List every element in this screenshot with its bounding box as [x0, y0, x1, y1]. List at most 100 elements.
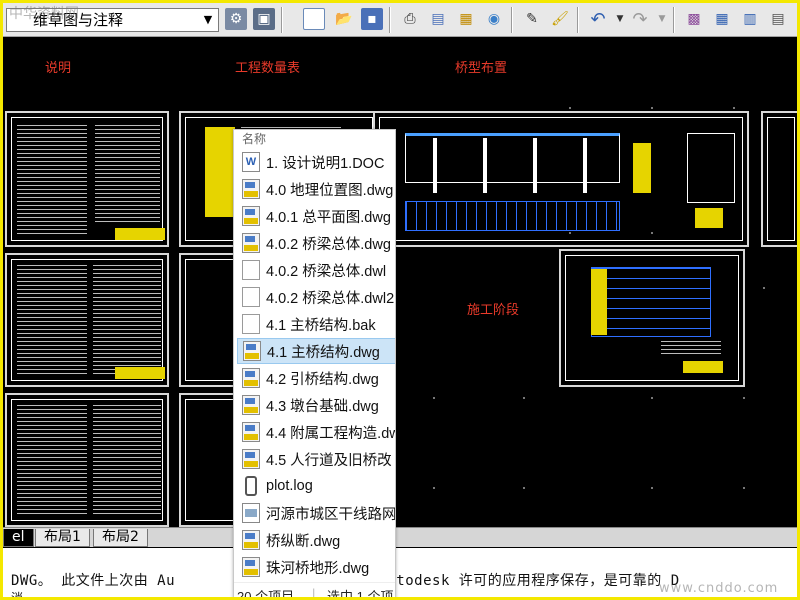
label-construction-stage: 施工阶段: [467, 303, 520, 318]
file-name: 4.0.1 总平面图.dwg: [266, 209, 391, 226]
new-icon[interactable]: [303, 8, 325, 30]
tab-layout1[interactable]: 布局1: [35, 529, 90, 547]
file-name: 4.0.2 桥梁总体.dwl: [266, 263, 387, 280]
layout-tabs: el 布局1 布局2: [3, 527, 797, 547]
command-text-b: 或 Autodesk 许可的应用程序保存，是可靠的 D: [355, 573, 680, 589]
workspace-lock-icon[interactable]: ▣: [253, 8, 275, 30]
file-row[interactable]: 4.3 墩台基础.dwg: [237, 392, 395, 418]
model-space[interactable]: 说明 工程数量表 桥型布置 施工阶段: [3, 37, 797, 527]
drawing-sheet: [5, 111, 169, 247]
workspace-settings-icon[interactable]: ⚙: [225, 8, 247, 30]
file-name: 桥纵断.dwg: [266, 533, 341, 550]
dwg-icon: [242, 179, 260, 199]
file-explorer-list[interactable]: 名称 W 1. 设计说明1.DOC 4.0 地理位置图.dwg 4.0.1 总平面图.…: [233, 129, 396, 600]
file-row[interactable]: 4.1 主桥结构.dwg: [237, 338, 395, 364]
open-icon[interactable]: 📂: [333, 8, 355, 30]
redo-icon[interactable]: ↷: [629, 8, 651, 30]
stage-table: [591, 267, 711, 337]
file-row[interactable]: 4.0.2 桥梁总体.dwg: [237, 230, 395, 256]
dwg-icon: [242, 206, 260, 226]
file-icon: [242, 314, 260, 334]
file-row[interactable]: 4.4 附属工程构造.dwg: [237, 419, 395, 445]
file-name: 4.0 地理位置图.dwg: [266, 182, 394, 199]
print-icon[interactable]: ⎙: [399, 8, 421, 30]
watermark-bottom-right: www.cnddo.com: [659, 581, 779, 596]
drawing-sheet: [5, 253, 169, 387]
file-name: 4.5 人行道及旧桥改: [266, 452, 392, 469]
file-row[interactable]: plot.log: [237, 473, 395, 499]
log-icon: [245, 476, 257, 496]
file-name: 4.1 主桥结构.bak: [266, 317, 376, 334]
label-bridge-layout: 桥型布置: [455, 61, 508, 76]
file-row[interactable]: 4.2 引桥结构.dwg: [237, 365, 395, 391]
label-description: 说明: [45, 61, 72, 76]
file-row[interactable]: 4.5 人行道及旧桥改: [237, 446, 395, 472]
status-bar: 20 个项目 | 选中 1 个项: [234, 582, 395, 600]
file-row[interactable]: 4.0.1 总平面图.dwg: [237, 203, 395, 229]
file-name: plot.log: [266, 478, 313, 494]
3d-icon[interactable]: ◉: [483, 8, 505, 30]
pier-marker: [433, 138, 437, 193]
redo-dropdown-icon[interactable]: ▼: [651, 8, 673, 30]
file-row[interactable]: 珠河桥地形.dwg: [237, 554, 395, 580]
design-center-icon[interactable]: ▦: [711, 8, 733, 30]
dwg-icon: [242, 530, 260, 550]
column-header-name[interactable]: 名称: [242, 130, 266, 147]
drawing-sheet: [5, 393, 169, 527]
profile-table: [405, 201, 620, 231]
cross-section: [687, 133, 735, 203]
preview-icon[interactable]: ▤: [427, 8, 449, 30]
dwg-icon: [242, 233, 260, 253]
undo-icon[interactable]: ↶: [587, 8, 609, 30]
status-divider: |: [312, 586, 316, 600]
file-icon: [242, 287, 260, 307]
tool-palette-icon[interactable]: ▥: [739, 8, 761, 30]
file-name: 4.3 墩台基础.dwg: [266, 398, 379, 415]
file-name: 4.2 引桥结构.dwg: [266, 371, 379, 388]
tab-model[interactable]: el: [3, 529, 34, 547]
selected-count: 选中 1 个项: [327, 589, 394, 600]
file-row[interactable]: 河源市城区干线路网: [237, 500, 396, 526]
brush-icon[interactable]: 🖌: [549, 8, 571, 30]
label-quantity-table: 工程数量表: [235, 61, 301, 76]
bridge-layout-sheet: [373, 111, 749, 247]
toolbar-separator: [281, 7, 283, 33]
tab-layout2[interactable]: 布局2: [93, 529, 148, 547]
toolbar-separator: [511, 7, 513, 33]
pier-marker: [483, 138, 487, 193]
file-name: 4.1 主桥结构.dwg: [267, 344, 380, 361]
file-row[interactable]: W 1. 设计说明1.DOC: [237, 149, 395, 175]
toolbar: 维草图与注释 ▼ ⚙ ▣ 📂 ▪ ⎙ ▤ ▦ ◉ ✎ 🖌 ↶ ▼ ↷ ▼ ▩ ▦…: [3, 3, 797, 37]
dwg-icon: [242, 422, 260, 442]
construction-sheet: [559, 249, 745, 387]
save-icon[interactable]: ▪: [361, 8, 383, 30]
match-prop-icon[interactable]: ✎: [521, 8, 543, 30]
watermark-top-left: 中华资料网: [9, 6, 79, 22]
command-history-line-2: 消。: [11, 591, 36, 600]
undo-dropdown-icon[interactable]: ▼: [609, 8, 631, 30]
dwg-icon: [242, 368, 260, 388]
sheet-icon[interactable]: ▤: [767, 8, 789, 30]
file-row[interactable]: 4.0.2 桥梁总体.dwl: [237, 257, 395, 283]
item-count: 20 个项目: [237, 589, 295, 600]
file-name: 珠河桥地形.dwg: [266, 560, 370, 577]
file-row[interactable]: 桥纵断.dwg: [237, 527, 395, 553]
file-row[interactable]: 4.0.2 桥梁总体.dwl2: [237, 284, 395, 310]
toolbar-separator: [673, 7, 675, 33]
drawing-sheet: [761, 111, 797, 247]
file-name: 1. 设计说明1.DOC: [266, 155, 385, 172]
file-name: 4.0.2 桥梁总体.dwg: [266, 236, 391, 253]
file-row[interactable]: 4.1 主桥结构.bak: [237, 311, 395, 337]
file-icon: [242, 260, 260, 280]
chevron-down-icon[interactable]: ▼: [200, 11, 216, 29]
file-name: 4.0.2 桥梁总体.dwl2: [266, 290, 395, 307]
publish-icon[interactable]: ▦: [455, 8, 477, 30]
toolbar-separator: [577, 7, 579, 33]
dwg-icon: [242, 449, 260, 469]
properties-icon[interactable]: ▩: [683, 8, 705, 30]
file-name: 河源市城区干线路网: [266, 506, 396, 523]
file-row[interactable]: 4.0 地理位置图.dwg: [237, 176, 395, 202]
word-icon: W: [242, 152, 260, 172]
command-text-a: DWG。 此文件上次由 Au: [11, 573, 176, 589]
pier-marker: [583, 138, 587, 193]
